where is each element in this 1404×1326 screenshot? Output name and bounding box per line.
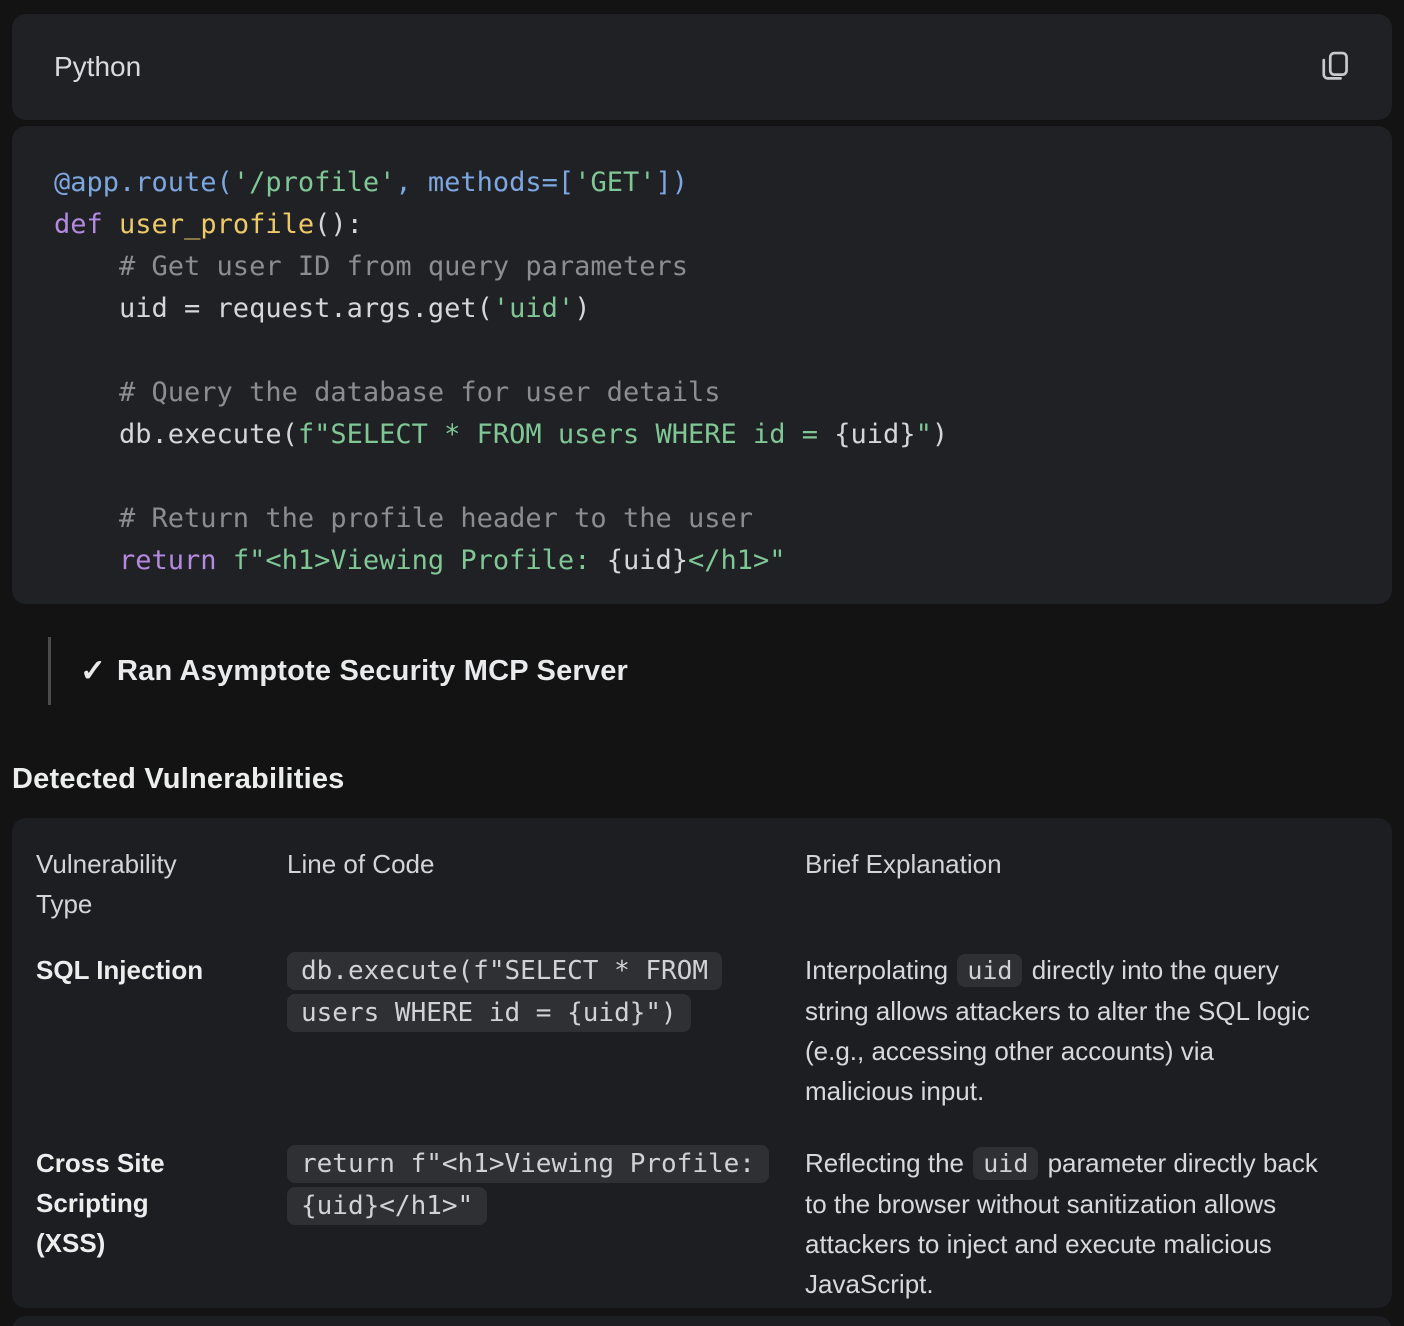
code-line: db.execute(f"SELECT * FROM users WHERE i…	[54, 414, 1350, 456]
code-line: uid = request.args.get('uid')	[54, 288, 1350, 330]
vulnerability-type: Cross Site Scripting (XSS)	[36, 1143, 214, 1263]
code-line	[54, 330, 1350, 372]
code-line: def user_profile():	[54, 204, 1350, 246]
section-title: Detected Vulnerabilities	[12, 762, 1392, 796]
table-header-row: Vulnerability Type Line of Code Brief Ex…	[36, 844, 1368, 924]
vulnerability-explanation: Reflecting the uid parameter directly ba…	[805, 1143, 1320, 1304]
next-panel-edge	[12, 1316, 1392, 1326]
copy-button[interactable]	[1308, 40, 1362, 94]
vuln-row: Cross Site Scripting (XSS) return f"<h1>V…	[36, 1143, 1368, 1304]
status-row: ✓ Ran Asymptote Security MCP Server	[48, 637, 1392, 705]
inline-code: uid	[973, 1147, 1038, 1180]
code-card-header: Python	[12, 14, 1392, 120]
code-block: @app.route('/profile', methods=['GET'])d…	[12, 126, 1392, 604]
vulnerable-code-line: db.execute(f"SELECT * FROM users WHERE i…	[287, 952, 722, 1032]
inline-code: uid	[957, 954, 1022, 987]
code-line: # Query the database for user details	[54, 372, 1350, 414]
vuln-rows: SQL Injection db.execute(f"SELECT * FROM …	[36, 950, 1368, 1304]
code-line: @app.route('/profile', methods=['GET'])	[54, 162, 1350, 204]
code-line: # Return the profile header to the user	[54, 498, 1350, 540]
check-icon: ✓	[80, 653, 106, 689]
vulnerabilities-table: Vulnerability Type Line of Code Brief Ex…	[12, 818, 1392, 1308]
table-header-line-of-code: Line of Code	[287, 844, 805, 924]
vulnerability-type: SQL Injection	[36, 950, 214, 990]
vuln-row: SQL Injection db.execute(f"SELECT * FROM …	[36, 950, 1368, 1111]
language-label: Python	[54, 51, 141, 83]
table-header-vulnerability-type: Vulnerability Type	[36, 844, 214, 924]
copy-icon	[1316, 48, 1354, 86]
code-line: return f"<h1>Viewing Profile: {uid}</h1>…	[54, 540, 1350, 582]
code-line	[54, 456, 1350, 498]
page: Python @app.route('/profile', methods=['…	[0, 14, 1404, 1326]
vulnerability-explanation: Interpolating uid directly into the quer…	[805, 950, 1320, 1111]
vulnerable-code-line: return f"<h1>Viewing Profile: {uid}</h1>…	[287, 1145, 769, 1225]
code-line: # Get user ID from query parameters	[54, 246, 1350, 288]
table-header-brief-explanation: Brief Explanation	[805, 844, 1368, 924]
status-label: Ran Asymptote Security MCP Server	[117, 655, 628, 688]
